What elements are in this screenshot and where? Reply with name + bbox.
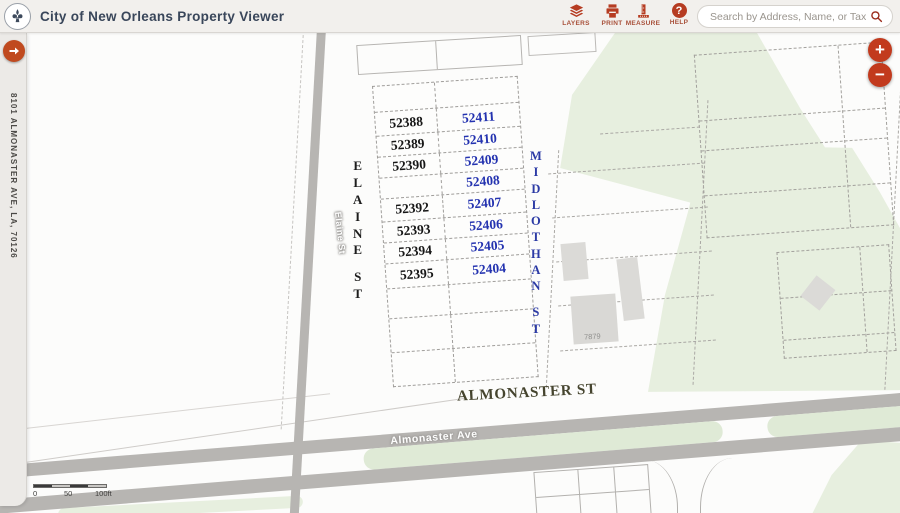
print-icon bbox=[604, 3, 621, 19]
parcel-outline bbox=[356, 35, 523, 75]
measure-button-label: MEASURE bbox=[626, 20, 661, 27]
map-canvas[interactable]: Almonaster Ave 5238852411523895241052390… bbox=[0, 0, 900, 513]
parcel-cell bbox=[373, 83, 437, 112]
layers-button-label: LAYERS bbox=[562, 20, 590, 27]
parcel-cell bbox=[387, 285, 451, 318]
parcel-grid bbox=[776, 244, 896, 359]
help-button-label: HELP bbox=[670, 19, 689, 26]
arrow-right-icon bbox=[8, 45, 20, 57]
selected-address-label: 8101 ALMONASTER AVE, LA, 70126 bbox=[9, 93, 18, 259]
fleur-de-lis-logo bbox=[4, 3, 31, 30]
building-footprint bbox=[560, 242, 588, 281]
parcel-cell[interactable]: 52392 bbox=[381, 195, 444, 221]
midlothan-st-street-label: MIDLOTHANST bbox=[530, 148, 542, 337]
fleur-de-lis-icon bbox=[9, 8, 26, 25]
building-number-label: 7879 bbox=[584, 331, 601, 341]
zoom-in-button[interactable]: + bbox=[868, 38, 892, 62]
parcel-cell bbox=[454, 343, 538, 382]
help-button[interactable]: ? HELP bbox=[661, 3, 697, 31]
zoom-out-button[interactable]: − bbox=[868, 63, 892, 87]
parcel-cell bbox=[451, 309, 535, 348]
elaine-st-street-label: ELAINEST bbox=[353, 158, 362, 303]
scale-label-mid: 50 bbox=[64, 489, 72, 498]
search-icon[interactable] bbox=[870, 10, 883, 23]
measure-ruler-icon bbox=[635, 3, 652, 19]
parcel-grid bbox=[533, 464, 651, 513]
sidebar-expand-button[interactable] bbox=[3, 40, 25, 62]
scale-label-end: 100ft bbox=[95, 489, 112, 498]
parcel-cell[interactable]: 52388 bbox=[375, 109, 438, 136]
elaine-st-road-label: Elaine St bbox=[333, 211, 347, 254]
parcel-cell bbox=[449, 279, 533, 314]
building-footprint bbox=[616, 257, 644, 321]
property-viewer-app: Almonaster Ave 5238852411523895241052390… bbox=[0, 0, 900, 513]
page-title: City of New Orleans Property Viewer bbox=[40, 9, 284, 24]
search-box bbox=[697, 5, 893, 28]
search-input[interactable] bbox=[698, 11, 870, 23]
parcel-boundary-line bbox=[552, 207, 708, 219]
print-button-label: PRINT bbox=[602, 20, 623, 27]
layers-icon bbox=[568, 3, 585, 19]
parcel-grid bbox=[694, 42, 894, 239]
parcel-outline bbox=[527, 32, 596, 56]
scale-bar-segments bbox=[33, 484, 107, 488]
parcel-cell bbox=[389, 315, 453, 352]
info-sidebar: 8101 ALMONASTER AVE, LA, 70126 bbox=[0, 33, 27, 506]
scale-label-start: 0 bbox=[33, 489, 37, 498]
help-icon: ? bbox=[672, 3, 687, 18]
layers-button[interactable]: LAYERS bbox=[558, 3, 594, 31]
measure-button[interactable]: MEASURE bbox=[625, 3, 661, 31]
parcel-boundary-line bbox=[546, 150, 559, 388]
parcel-cell[interactable]: 52395 bbox=[385, 260, 449, 288]
parcel-number-block: 5238852411523895241052390524095240852392… bbox=[372, 76, 539, 387]
app-header: City of New Orleans Property Viewer LAYE… bbox=[0, 0, 900, 33]
parcel-cell bbox=[392, 349, 456, 386]
map-scale-bar: 0 50 100ft bbox=[33, 484, 113, 498]
